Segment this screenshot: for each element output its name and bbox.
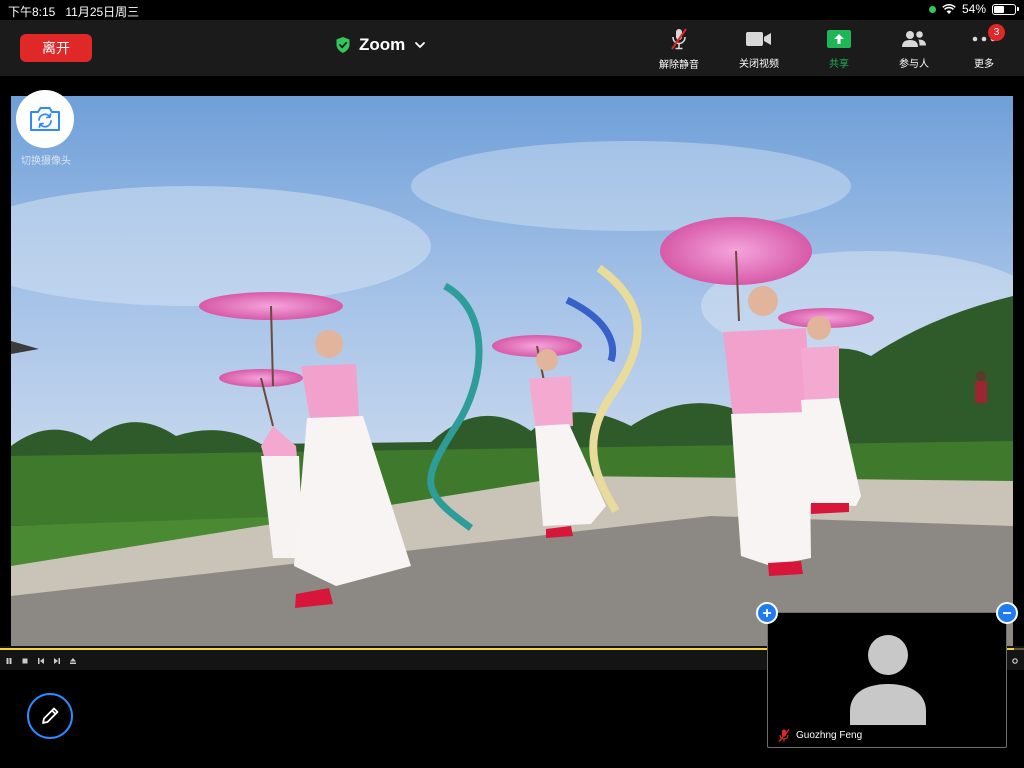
minimize-thumbnail-button[interactable]	[996, 602, 1018, 624]
self-name-tag: Guozhng Feng	[778, 729, 862, 742]
status-bar: 下午8:15 11月25日周三 54%	[0, 0, 1024, 20]
pause-icon[interactable]	[6, 658, 12, 664]
eject-icon[interactable]	[70, 658, 76, 664]
more-button[interactable]: 更多 3	[949, 24, 1019, 70]
mic-muted-icon	[671, 28, 687, 50]
status-date-text: 11月25日周三	[65, 5, 140, 19]
video-camera-icon	[746, 31, 771, 46]
battery-icon	[992, 3, 1019, 15]
self-video-thumbnail[interactable]: Guozhng Feng	[767, 612, 1007, 748]
settings-icon[interactable]	[1012, 658, 1018, 664]
more-label: 更多	[974, 59, 994, 70]
participants-button[interactable]: 参与人	[879, 28, 949, 70]
switch-camera-label: 切换摄像头	[21, 156, 71, 167]
status-indicators: 54%	[928, 2, 1019, 16]
shared-video[interactable]	[11, 96, 1013, 646]
unmute-button[interactable]: 解除静音	[644, 28, 714, 71]
self-name-label: Guozhng Feng	[796, 730, 863, 741]
share-screen-button[interactable]: 共享	[804, 28, 874, 70]
meeting-title: Zoom	[359, 35, 406, 54]
wifi-icon	[942, 3, 956, 14]
switch-camera-icon	[30, 107, 60, 131]
encryption-shield-icon	[336, 37, 350, 53]
pencil-icon	[42, 707, 59, 724]
participants-icon	[902, 30, 926, 47]
plus-icon	[763, 609, 771, 617]
battery-level	[994, 5, 1005, 13]
stop-video-button[interactable]: 关闭视频	[724, 28, 794, 70]
expand-thumbnail-button[interactable]	[756, 602, 778, 624]
previous-icon[interactable]	[38, 658, 44, 664]
annotate-button[interactable]	[27, 693, 73, 739]
mic-muted-icon	[778, 729, 790, 742]
cloud	[411, 141, 851, 231]
participants-label: 参与人	[899, 59, 929, 70]
stop-icon[interactable]	[22, 658, 28, 664]
share-screen-label: 共享	[829, 59, 849, 70]
battery-percent: 54%	[961, 2, 986, 16]
meeting-info-button[interactable]: Zoom	[336, 34, 426, 56]
notification-badge: 3	[988, 24, 1005, 41]
stop-video-label: 关闭视频	[739, 59, 779, 70]
video-frame	[11, 96, 1013, 646]
camera-in-use-indicator-icon	[928, 5, 936, 13]
minus-icon	[1003, 612, 1011, 614]
passerby	[975, 371, 987, 403]
switch-camera-button[interactable]	[16, 90, 74, 148]
next-icon[interactable]	[54, 658, 60, 664]
status-clock: 下午8:15 11月25日周三	[8, 3, 139, 20]
meeting-toolbar: 离开 Zoom 解除静音 关闭视频 共享 参与人 更多 3	[0, 20, 1024, 76]
status-time-text: 下午8:15	[8, 5, 56, 19]
unmute-label: 解除静音	[659, 60, 699, 71]
default-avatar-icon	[850, 635, 926, 725]
leave-meeting-button[interactable]: 离开	[20, 34, 92, 62]
chevron-down-icon	[415, 42, 426, 49]
share-screen-icon	[827, 29, 851, 48]
